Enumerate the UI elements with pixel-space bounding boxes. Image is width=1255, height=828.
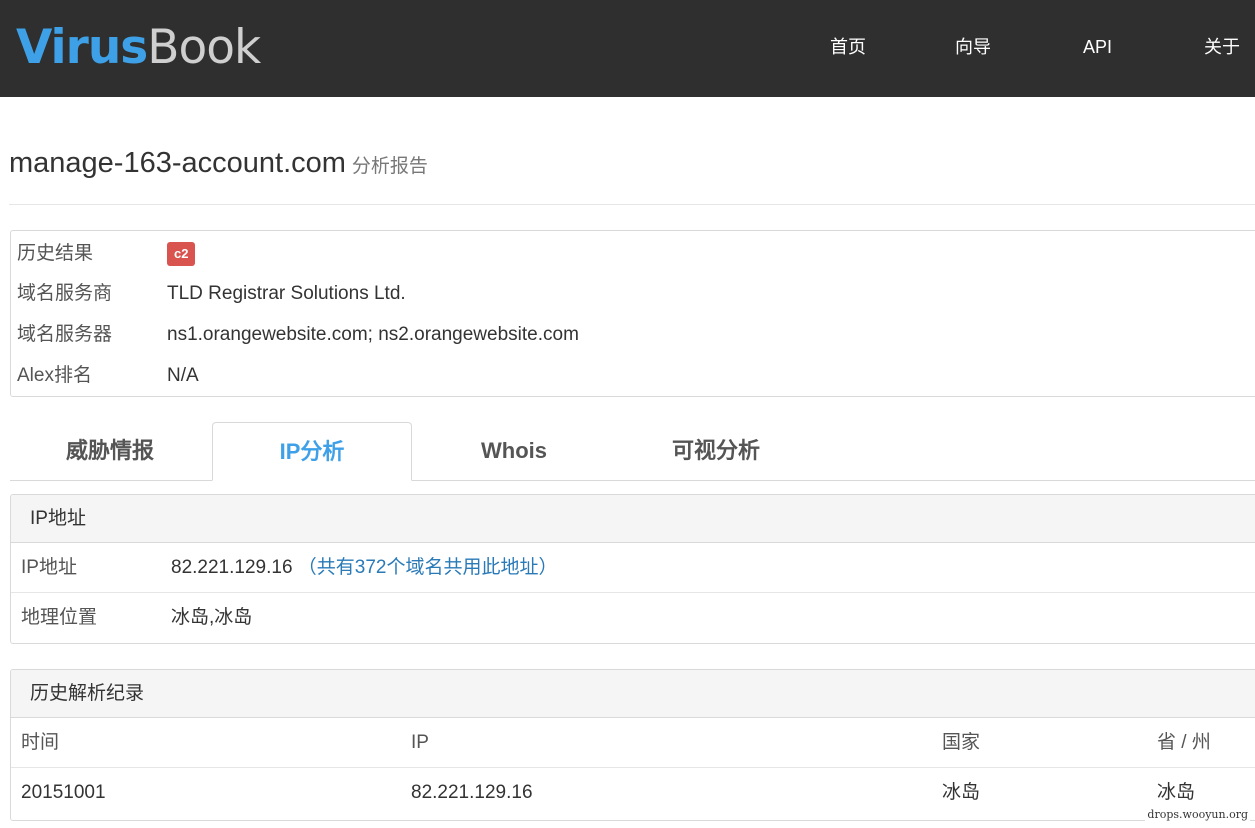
page-title: manage-163-account.com 分析报告: [9, 145, 428, 186]
summary-row-alexa: Alex排名 N/A: [17, 363, 199, 389]
alexa-label: Alex排名: [17, 365, 92, 386]
registrar-value: TLD Registrar Solutions Ltd.: [167, 283, 406, 304]
cell-time: 20151001: [21, 782, 106, 803]
cell-country: 冰岛: [942, 782, 981, 803]
geo-row: 地理位置 冰岛,冰岛: [11, 593, 1255, 643]
title-divider: [9, 204, 1255, 205]
registrar-label: 域名服务商: [17, 283, 113, 304]
top-navbar: VirusBook 首页 向导 API 关于: [0, 0, 1255, 97]
history-label: 历史结果: [17, 243, 94, 264]
watermark-text: drops.wooyun.org: [1145, 808, 1250, 821]
summary-row-history: 历史结果 c2: [17, 241, 196, 267]
column-header-ip: IP: [411, 732, 429, 753]
ip-row: IP地址 82.221.129.16 （共有372个域名共用此地址）: [11, 543, 1255, 593]
page-title-subtitle: 分析报告: [351, 156, 428, 177]
virusbook-logo[interactable]: VirusBook: [16, 20, 261, 75]
nameserver-label: 域名服务器: [17, 324, 113, 345]
alexa-value: N/A: [167, 365, 199, 386]
table-row: 20151001 82.221.129.16 冰岛 冰岛: [11, 768, 1255, 818]
geo-value: 冰岛,冰岛: [171, 607, 253, 628]
nav-item-guide[interactable]: 向导: [955, 35, 991, 59]
geo-label: 地理位置: [21, 607, 98, 628]
ip-value: 82.221.129.16: [171, 557, 293, 578]
tab-whois[interactable]: Whois: [414, 422, 614, 481]
logo-text-book: Book: [147, 20, 261, 75]
ip-value-group: 82.221.129.16 （共有372个域名共用此地址）: [171, 543, 558, 593]
column-header-province: 省 / 州: [1157, 732, 1211, 753]
nameserver-value: ns1.orangewebsite.com; ns2.orangewebsite…: [167, 324, 579, 345]
table-header-row: 时间 IP 国家 省 / 州: [11, 718, 1255, 768]
dns-history-panel: 历史解析纪录 时间 IP 国家 省 / 州 20151001 82.221.12…: [10, 669, 1255, 821]
logo-text-virus: Virus: [16, 20, 148, 75]
summary-panel: 历史结果 c2 域名服务商 TLD Registrar Solutions Ltd.…: [10, 230, 1255, 397]
page-title-domain: manage-163-account.com: [9, 147, 346, 179]
c2-badge: c2: [167, 241, 196, 266]
history-panel-heading: 历史解析纪录: [11, 670, 1255, 718]
column-header-country: 国家: [942, 732, 981, 753]
nav-item-about[interactable]: 关于: [1204, 35, 1240, 59]
shared-domains-link[interactable]: （共有372个域名共用此地址）: [298, 557, 558, 578]
ip-label: IP地址: [21, 557, 77, 578]
cell-ip: 82.221.129.16: [411, 782, 533, 803]
tab-visual-analysis[interactable]: 可视分析: [616, 422, 816, 481]
summary-row-registrar: 域名服务商 TLD Registrar Solutions Ltd.: [17, 281, 406, 307]
tab-ip-analysis[interactable]: IP分析: [212, 422, 412, 481]
nav-item-api[interactable]: API: [1083, 35, 1112, 59]
column-header-time: 时间: [21, 732, 60, 753]
summary-row-nameserver: 域名服务器 ns1.orangewebsite.com; ns2.orangewe…: [17, 322, 579, 348]
ip-panel-heading: IP地址: [11, 495, 1255, 543]
ip-address-panel: IP地址 IP地址 82.221.129.16 （共有372个域名共用此地址） …: [10, 494, 1255, 644]
nav-item-home[interactable]: 首页: [830, 35, 866, 59]
tab-threat-intel[interactable]: 威胁情报: [10, 422, 210, 481]
